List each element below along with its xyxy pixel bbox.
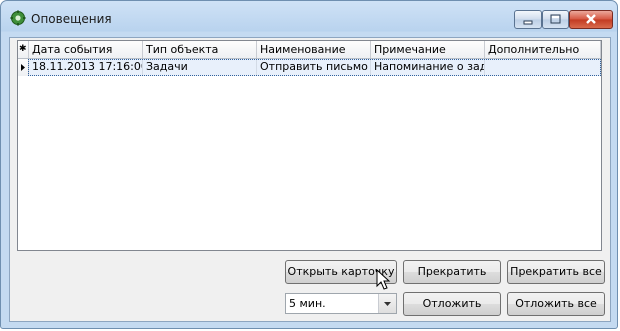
postpone-all-button[interactable]: Отложить все <box>507 292 605 316</box>
stop-button[interactable]: Прекратить <box>403 260 501 284</box>
grid-header: ✱ Дата события Тип объекта Наименование … <box>18 41 601 59</box>
table-row[interactable]: 18.11.2013 17:16:00 Задачи Отправить пис… <box>18 59 601 76</box>
window-client-area: ✱ Дата события Тип объекта Наименование … <box>9 37 611 322</box>
column-header-name[interactable]: Наименование <box>257 41 371 58</box>
window-title: Оповещения <box>31 12 112 26</box>
cell-name: Отправить письмо <box>257 59 371 76</box>
cell-date: 18.11.2013 17:16:00 <box>29 59 143 76</box>
postpone-interval-value: 5 мин. <box>289 297 326 310</box>
stop-all-button[interactable]: Прекратить все <box>507 260 605 284</box>
chevron-down-icon <box>384 302 391 306</box>
close-button[interactable] <box>569 10 613 29</box>
combo-dropdown-button[interactable] <box>378 294 396 313</box>
row-pointer-icon <box>21 64 25 71</box>
close-icon <box>586 14 596 24</box>
column-header-date[interactable]: Дата события <box>29 41 143 58</box>
maximize-icon <box>550 14 561 24</box>
column-header-type[interactable]: Тип объекта <box>143 41 257 58</box>
postpone-button[interactable]: Отложить <box>403 292 501 316</box>
column-header-extra[interactable]: Дополнительно <box>485 41 601 58</box>
grid-corner-icon: ✱ <box>18 41 29 58</box>
title-bar[interactable]: Оповещения <box>1 1 617 37</box>
row-indicator-icon <box>18 59 29 76</box>
cell-extra <box>485 59 601 76</box>
gear-icon <box>10 10 26 26</box>
maximize-button[interactable] <box>542 10 569 29</box>
notifications-window: Оповещения ✱ Дата события Тип объекта На <box>0 0 618 329</box>
minimize-button[interactable] <box>514 10 542 29</box>
mouse-pointer-icon <box>376 269 391 290</box>
minimize-icon <box>523 20 533 25</box>
cell-type: Задачи <box>143 59 257 76</box>
postpone-interval-select[interactable]: 5 мин. <box>285 293 397 314</box>
column-header-note[interactable]: Примечание <box>371 41 485 58</box>
cell-note: Напоминание о задач <box>371 59 485 76</box>
notifications-grid[interactable]: ✱ Дата события Тип объекта Наименование … <box>17 40 602 251</box>
